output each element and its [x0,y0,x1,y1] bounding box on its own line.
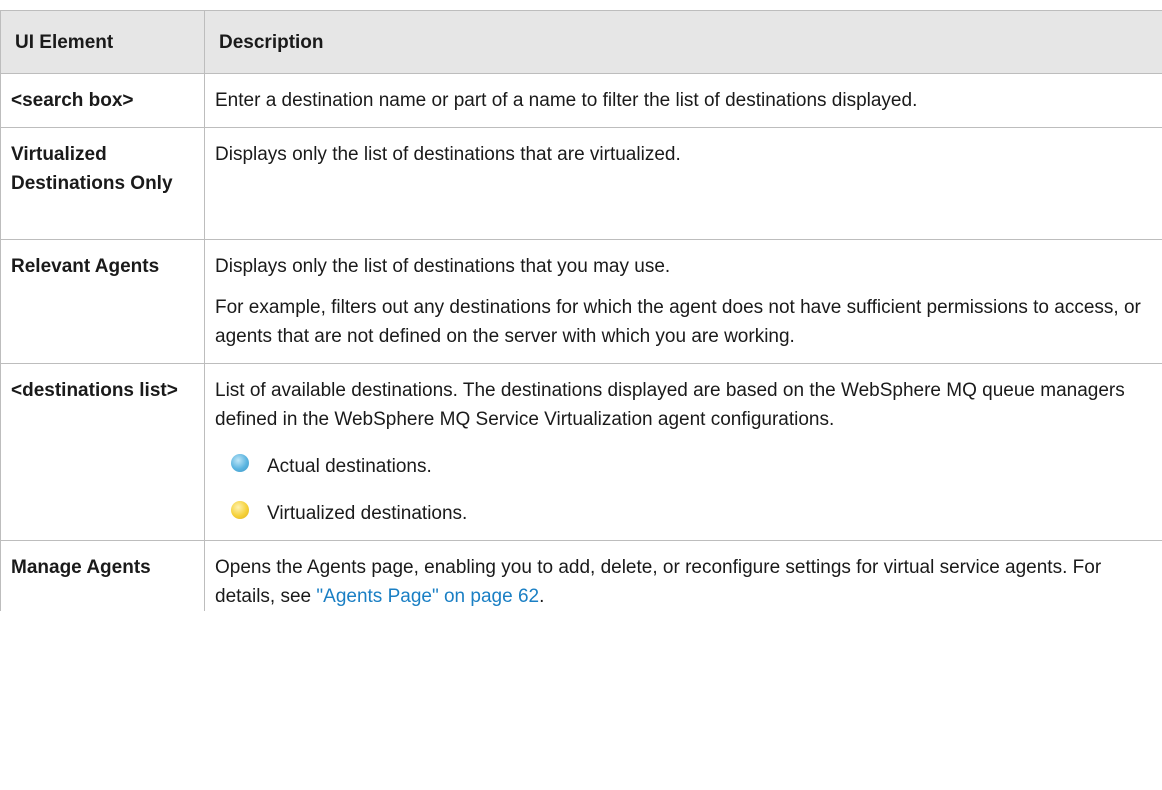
description-text: For example, filters out any destination… [215,297,1141,347]
description-text: Enter a destination name or part of a na… [215,90,918,111]
description-text: Displays only the list of destinations t… [215,144,681,165]
ui-elements-table: UI Element Description <search box> Ente… [0,10,1162,611]
description-text: Opens the Agents page, enabling you to a… [215,553,1152,611]
row-name-destinations-list: <destinations list> [0,363,205,541]
row-name-relevant-agents: Relevant Agents [0,239,205,364]
agents-page-link[interactable]: "Agents Page" on page 62 [316,586,539,607]
table-row: Relevant Agents Displays only the list o… [0,239,1162,364]
row-name-search-box: <search box> [0,73,205,128]
header-ui-element: UI Element [0,10,205,74]
row-description: Opens the Agents page, enabling you to a… [204,540,1162,611]
row-name-virtualized-destinations-only: Virtualized Destinations Only [0,127,205,240]
row-description: Displays only the list of destinations t… [204,239,1162,364]
row-name-manage-agents: Manage Agents [0,540,205,611]
description-text: List of available destinations. The dest… [215,380,1125,430]
header-description: Description [204,10,1162,74]
table-row: <destinations list> List of available de… [0,363,1162,541]
table-header-row: UI Element Description [0,10,1162,74]
legend-label: Actual destinations. [267,456,432,477]
legend-virtualized-destinations: Virtualized destinations. [215,499,1152,528]
table-row: Manage Agents Opens the Agents page, ena… [0,540,1162,611]
description-text: Displays only the list of destinations t… [215,256,671,277]
row-description: Enter a destination name or part of a na… [204,73,1162,128]
legend-actual-destinations: Actual destinations. [215,452,1152,481]
yellow-circle-icon [231,500,249,519]
description-text-after: . [539,586,545,607]
table-row: Virtualized Destinations Only Displays o… [0,127,1162,240]
table-row: <search box> Enter a destination name or… [0,73,1162,128]
legend-label: Virtualized destinations. [267,503,468,524]
row-description: Displays only the list of destinations t… [204,127,1162,240]
blue-circle-icon [231,453,249,472]
row-description: List of available destinations. The dest… [204,363,1162,541]
